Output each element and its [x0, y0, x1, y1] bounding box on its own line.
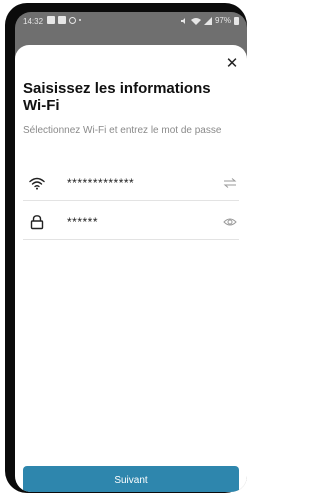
cell-signal-icon [203, 16, 212, 25]
password-value: ****** [67, 215, 99, 229]
next-button[interactable]: Suivant [23, 466, 239, 492]
wifi-dialog: ✕ Saisissez les informations Wi-Fi Sélec… [15, 45, 247, 492]
battery-icon [234, 16, 239, 25]
status-bar: 14:32 97% [15, 12, 247, 34]
status-right-icons: 97% [180, 16, 239, 25]
eye-icon[interactable] [223, 216, 237, 228]
battery-percent: 97% [214, 16, 231, 25]
wifi-name-field[interactable]: ************* [23, 166, 239, 201]
status-time: 14:32 [23, 17, 44, 26]
dialog-subtitle: Sélectionnez Wi-Fi et entrez le mot de p… [23, 125, 222, 136]
phone-screen: 14:32 97% ✕ Saisissez les informations W… [15, 12, 247, 492]
phone-frame: 14:32 97% ✕ Saisissez les informations W… [5, 3, 247, 493]
lock-icon [30, 215, 44, 230]
close-icon[interactable]: ✕ [224, 56, 240, 72]
dot-icon [79, 19, 81, 21]
wifi-signal-icon [190, 17, 201, 25]
photo-icon [47, 16, 55, 24]
wifi-icon [29, 177, 45, 190]
password-field[interactable]: ****** [23, 205, 239, 240]
alarm-icon [69, 16, 76, 24]
swap-icon[interactable] [223, 177, 237, 189]
mail-icon [58, 16, 66, 24]
wifi-name-value: ************* [67, 176, 135, 190]
mute-icon [180, 17, 185, 24]
status-left-icons [47, 16, 81, 24]
dialog-title: Saisissez les informations Wi-Fi [23, 80, 211, 114]
